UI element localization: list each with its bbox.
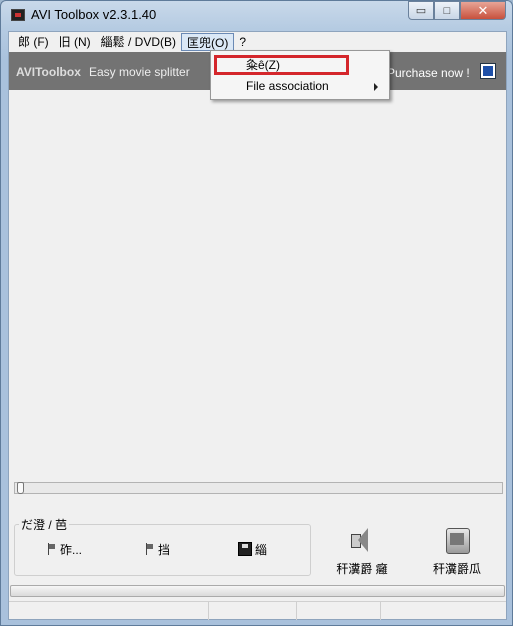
capture-label: 秆瀵爵瓜 xyxy=(432,562,481,576)
video-preview xyxy=(9,90,506,480)
status-cell xyxy=(297,602,381,620)
minimize-button[interactable]: ▭ xyxy=(408,1,434,20)
menu-bar: 郎 (F) 旧 (N) 緇鬆 / DVD(B) 匡兜(O) ? xyxy=(9,32,506,52)
save-label: 緇 xyxy=(255,542,268,557)
seek-thumb[interactable] xyxy=(17,482,24,494)
window-title: AVI Toolbox v2.3.1.40 xyxy=(31,7,157,22)
capture-icon xyxy=(440,526,474,556)
title-bar[interactable]: AVI Toolbox v2.3.1.40 ▭ □ ✕ xyxy=(1,1,512,31)
client-area: 郎 (F) 旧 (N) 緇鬆 / DVD(B) 匡兜(O) ? AVIToolb… xyxy=(8,31,507,620)
start-label: 砟... xyxy=(60,542,83,557)
menu-file[interactable]: 郎 (F) xyxy=(13,33,54,51)
status-cell xyxy=(9,602,209,620)
save-button[interactable]: 緇 xyxy=(238,539,267,559)
end-label: 挡 xyxy=(158,542,171,557)
menu-help[interactable]: ? xyxy=(234,33,251,51)
app-icon[interactable] xyxy=(11,9,25,21)
highlight-box xyxy=(214,55,349,75)
status-cell xyxy=(209,602,297,620)
menu-edit[interactable]: 旧 (N) xyxy=(54,33,96,51)
banner-brand: AVIToolbox xyxy=(16,65,81,79)
menu-dvd[interactable]: 緇鬆 / DVD(B) xyxy=(96,33,181,51)
end-button[interactable]: 挡 xyxy=(145,539,170,559)
status-bar xyxy=(9,601,506,620)
flag-icon xyxy=(145,543,155,555)
chevron-right-icon xyxy=(374,83,378,91)
options-dropdown: 粂ê(Z) File association xyxy=(210,50,390,100)
status-cell xyxy=(381,602,505,620)
capture-button[interactable]: 秆瀵爵瓜 xyxy=(422,526,492,577)
logo-icon[interactable] xyxy=(480,63,496,79)
file-association-label: File association xyxy=(246,79,329,93)
menu-item-file-association[interactable]: File association xyxy=(213,75,387,97)
audio-button[interactable]: 秆瀵爵 癰 xyxy=(327,526,397,577)
banner-tagline: Easy movie splitter xyxy=(89,65,190,79)
maximize-button[interactable]: □ xyxy=(434,1,460,20)
flag-icon xyxy=(47,543,57,555)
menu-options[interactable]: 匡兜(O) xyxy=(181,33,235,51)
speaker-icon xyxy=(345,526,379,556)
group-label: だ澄 / 芭 xyxy=(19,516,70,533)
progress-bar xyxy=(10,585,505,597)
close-button[interactable]: ✕ xyxy=(460,1,506,20)
seek-slider[interactable] xyxy=(14,482,503,494)
window-controls: ▭ □ ✕ xyxy=(408,1,506,20)
start-button[interactable]: 砟... xyxy=(47,539,82,559)
disk-icon xyxy=(238,542,252,556)
app-window: AVI Toolbox v2.3.1.40 ▭ □ ✕ 郎 (F) 旧 (N) … xyxy=(0,0,513,626)
audio-label: 秆瀵爵 癰 xyxy=(336,562,388,576)
purchase-link[interactable]: Purchase now ! xyxy=(387,66,470,80)
